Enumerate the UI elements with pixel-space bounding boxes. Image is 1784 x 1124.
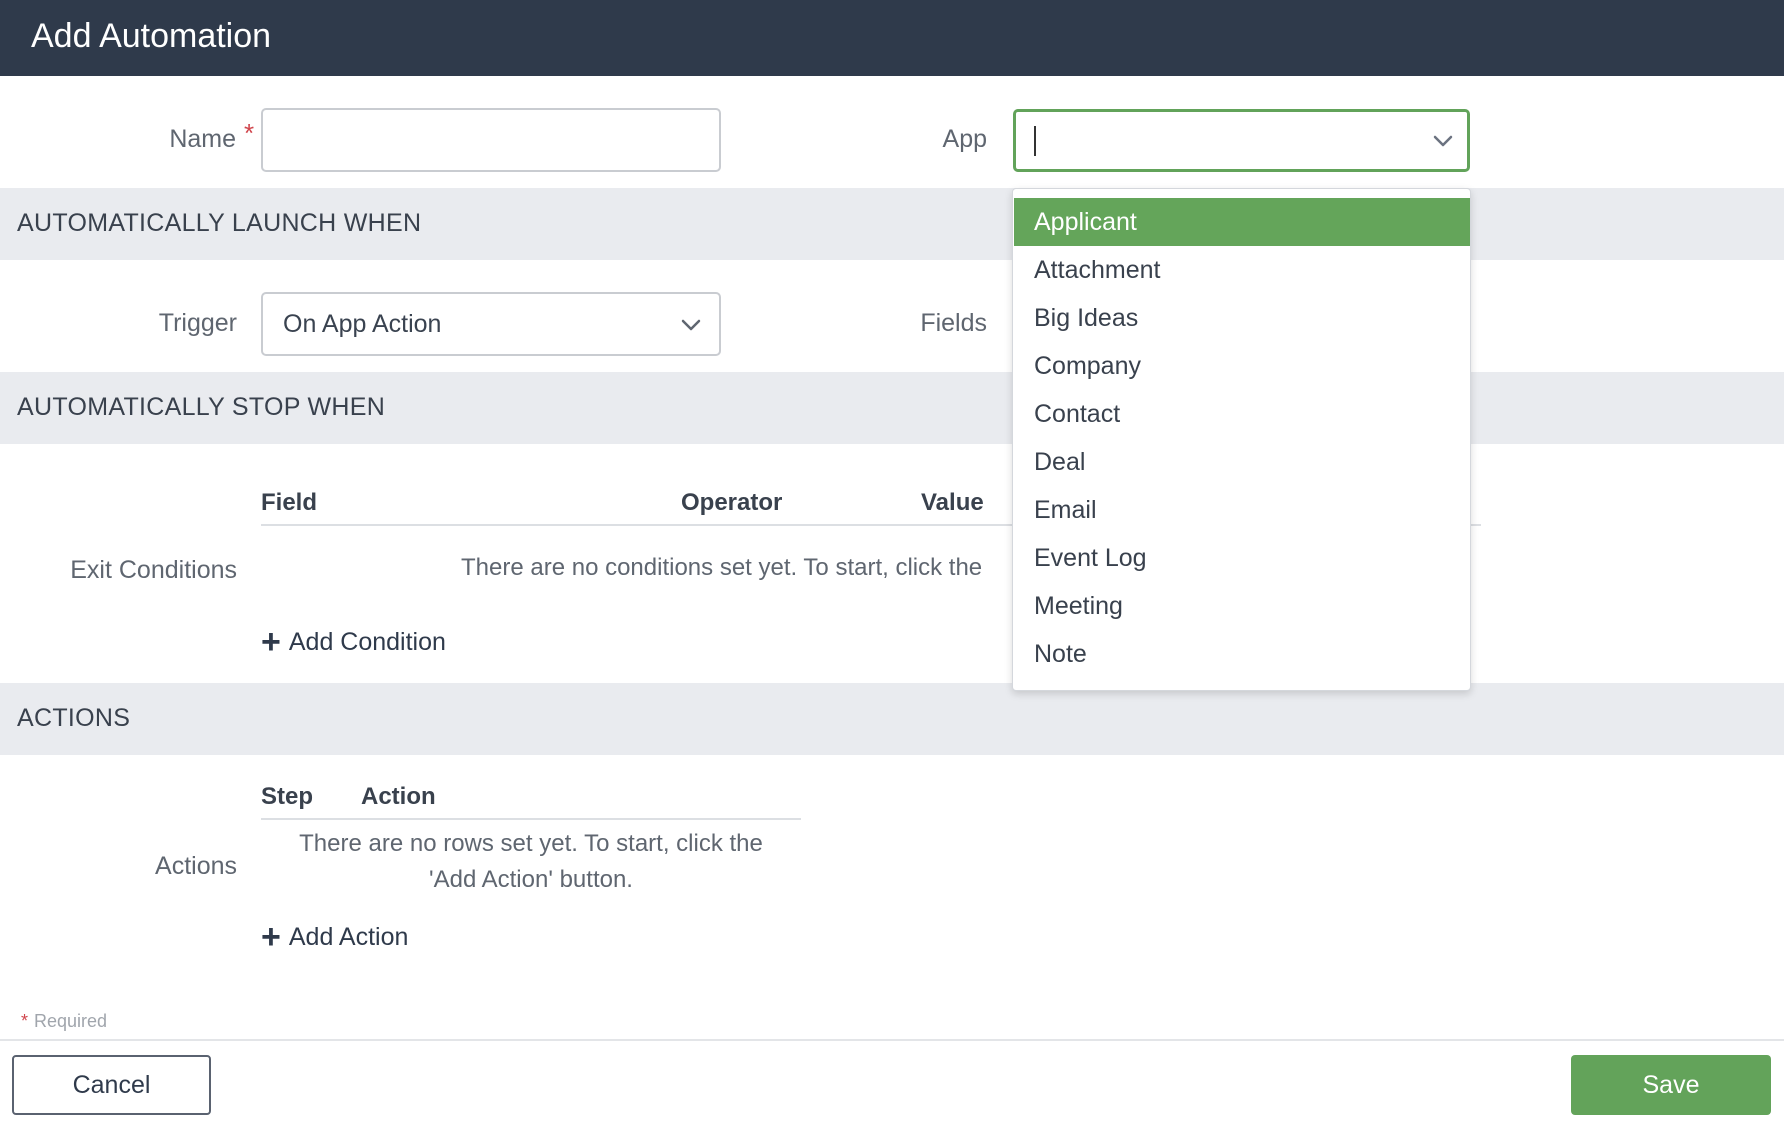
dropdown-option-company[interactable]: Company: [1014, 342, 1470, 390]
trigger-select[interactable]: On App Action: [261, 292, 721, 356]
cancel-button[interactable]: Cancel: [12, 1055, 211, 1115]
table-divider: [261, 818, 801, 820]
add-automation-page: Add Automation Name * App AUTOMATICALLY …: [0, 0, 1784, 1124]
section-actions: ACTIONS: [0, 683, 1784, 755]
column-header-operator: Operator: [681, 489, 783, 516]
app-label: App: [942, 125, 987, 153]
dropdown-option-big-ideas[interactable]: Big Ideas: [1014, 294, 1470, 342]
dropdown-option-contact[interactable]: Contact: [1014, 390, 1470, 438]
conditions-empty-message: There are no conditions set yet. To star…: [461, 554, 983, 581]
chevron-down-icon: [1433, 135, 1453, 147]
actions-label: Actions: [155, 852, 237, 880]
section-actions-title: ACTIONS: [17, 704, 131, 732]
exit-conditions-label: Exit Conditions: [70, 556, 237, 584]
actions-empty-line-1: There are no rows set yet. To start, cli…: [299, 830, 763, 857]
required-note-text: Required: [34, 1011, 108, 1031]
column-header-field: Field: [261, 489, 318, 516]
dropdown-option-deal[interactable]: Deal: [1014, 438, 1470, 486]
add-action-label: Add Action: [288, 923, 409, 951]
name-input[interactable]: [261, 108, 721, 172]
fields-label: Fields: [920, 309, 987, 337]
add-action-button[interactable]: + Add Action: [261, 920, 408, 954]
actions-empty-message: There are no rows set yet. To start, cli…: [261, 826, 801, 898]
modal-header: Add Automation: [0, 0, 1784, 76]
dropdown-option-attachment[interactable]: Attachment: [1014, 246, 1470, 294]
chevron-down-icon: [681, 319, 701, 331]
dropdown-option-event-log[interactable]: Event Log: [1014, 534, 1470, 582]
text-cursor: [1034, 126, 1036, 156]
trigger-value: On App Action: [283, 310, 442, 338]
save-button[interactable]: Save: [1571, 1055, 1771, 1115]
footer-divider: [0, 1039, 1784, 1041]
required-note: * Required: [21, 1011, 107, 1032]
column-header-step: Step: [261, 783, 314, 810]
plus-icon: +: [261, 918, 281, 956]
required-marker: *: [21, 1011, 29, 1031]
add-condition-label: Add Condition: [288, 628, 446, 656]
section-stop-title: AUTOMATICALLY STOP WHEN: [17, 393, 386, 421]
actions-empty-line-2: 'Add Action' button.: [429, 866, 633, 893]
dropdown-option-meeting[interactable]: Meeting: [1014, 582, 1470, 630]
column-header-value: Value: [921, 489, 984, 516]
trigger-label: Trigger: [158, 309, 237, 337]
page-title: Add Automation: [31, 17, 272, 55]
column-header-action: Action: [361, 783, 436, 810]
dropdown-option-email[interactable]: Email: [1014, 486, 1470, 534]
app-select[interactable]: [1013, 109, 1470, 172]
dropdown-option-note[interactable]: Note: [1014, 630, 1470, 678]
section-launch-title: AUTOMATICALLY LAUNCH WHEN: [17, 209, 422, 237]
section-launch: AUTOMATICALLY LAUNCH WHEN: [0, 188, 1784, 260]
required-marker: *: [244, 118, 255, 148]
dropdown-option-applicant[interactable]: Applicant: [1014, 198, 1470, 246]
app-dropdown-menu: Applicant Attachment Big Ideas Company C…: [1012, 188, 1471, 691]
plus-icon: +: [261, 623, 281, 661]
section-stop: AUTOMATICALLY STOP WHEN: [0, 372, 1784, 444]
add-condition-button[interactable]: + Add Condition: [261, 625, 446, 659]
name-label: Name: [169, 125, 236, 153]
